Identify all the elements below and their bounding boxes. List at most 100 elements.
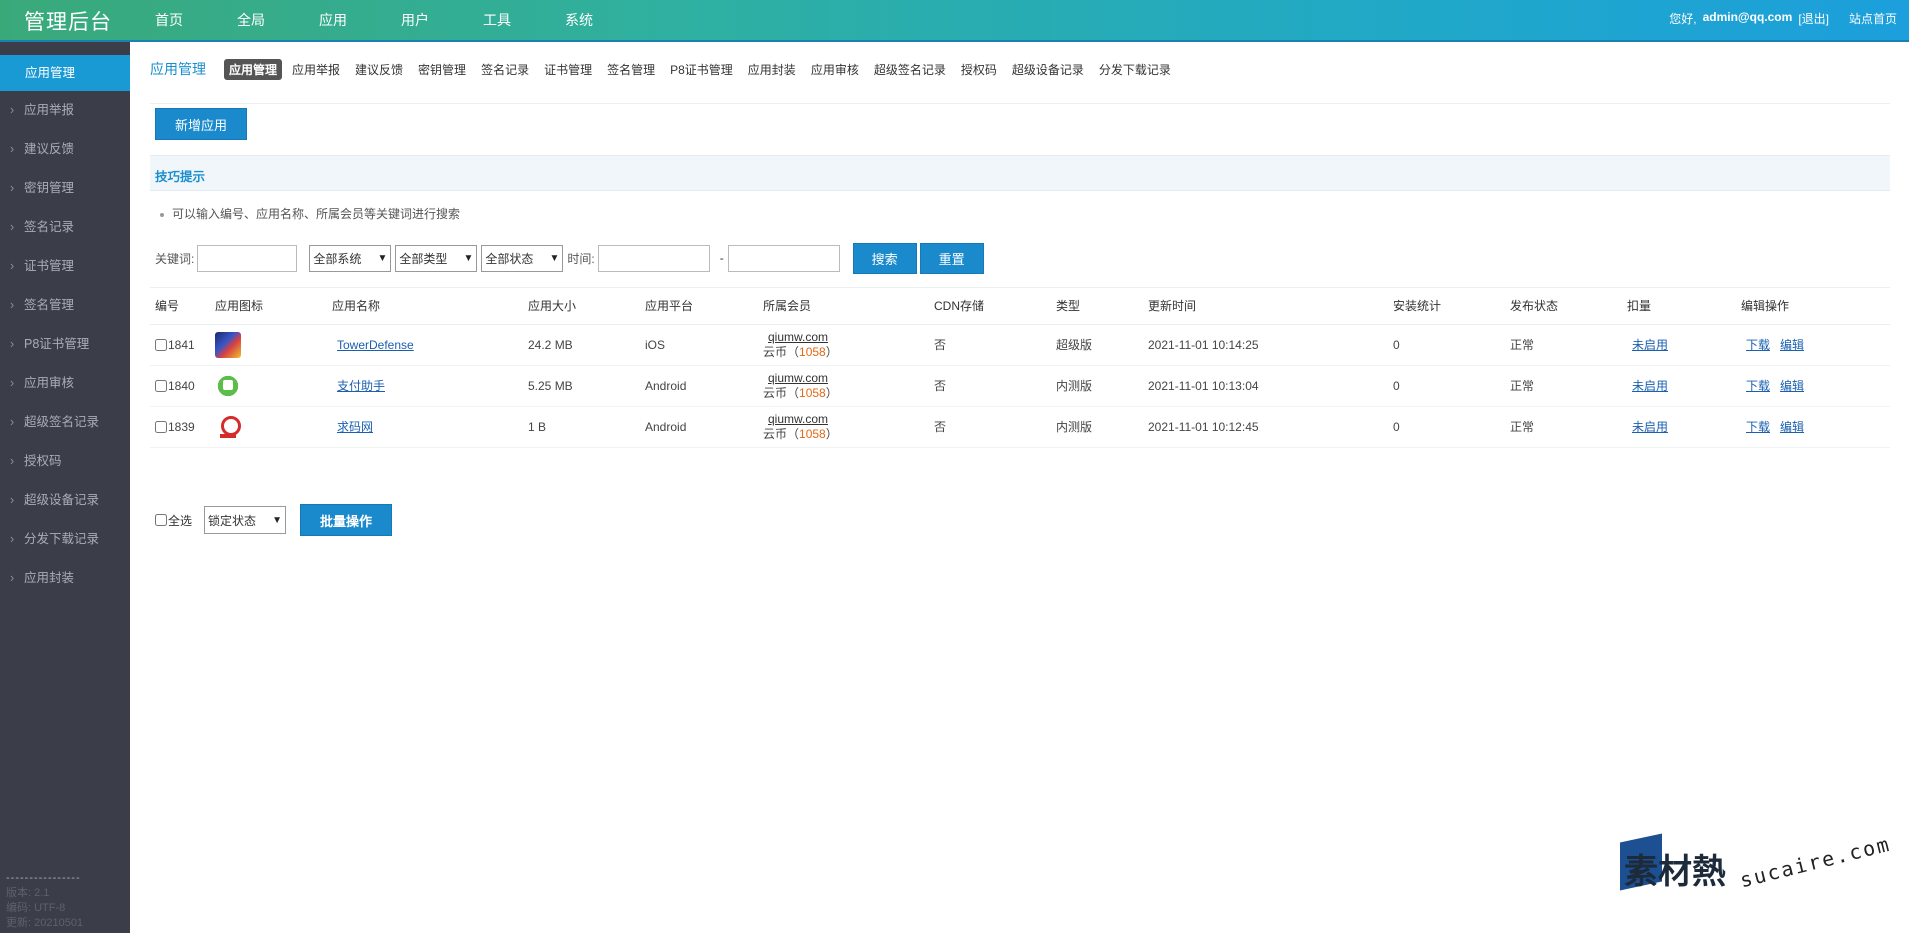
coin-label: 云币（	[763, 344, 800, 359]
sidebar-item-feedback[interactable]: › 建议反馈	[0, 130, 130, 169]
tab-app-reports[interactable]: 应用举报	[292, 61, 340, 78]
sidebar-item-label: 密钥管理	[24, 181, 75, 195]
tab-auth-codes[interactable]: 授权码	[961, 61, 997, 78]
type-select[interactable]: 全部类型 ▼	[395, 244, 478, 272]
edit-link[interactable]: 编辑	[1780, 338, 1804, 352]
row-checkbox[interactable]	[155, 338, 167, 351]
sidebar-item-p8-certs[interactable]: › P8证书管理	[0, 325, 130, 364]
sidebar-divider: ----------------	[6, 872, 81, 884]
keyword-input[interactable]	[197, 244, 298, 272]
app-platform: Android	[640, 365, 758, 407]
tips-title: 技巧提示	[155, 170, 206, 184]
topnav-tools[interactable]: 工具	[483, 10, 511, 30]
download-link[interactable]: 下载	[1741, 420, 1770, 434]
select-all-label: 全选	[168, 513, 193, 528]
app-type: 内测版	[1051, 365, 1143, 407]
member-link[interactable]: qiumw.com	[763, 412, 929, 427]
member-link[interactable]: qiumw.com	[763, 371, 929, 386]
chevron-right-icon: ›	[10, 103, 15, 117]
keyword-label: 关键词:	[155, 251, 195, 266]
app-platform: Android	[640, 406, 758, 448]
sidebar-item-app-reports[interactable]: › 应用举报	[0, 91, 130, 130]
app-size: 5.25 MB	[523, 365, 640, 407]
deduct-link[interactable]: 未启用	[1627, 420, 1668, 434]
tab-app-packaging[interactable]: 应用封装	[748, 61, 796, 78]
cdn-value: 否	[929, 406, 1051, 448]
tab-certificates[interactable]: 证书管理	[544, 61, 592, 78]
sidebar-item-app-review[interactable]: › 应用审核	[0, 364, 130, 403]
sidebar-item-sign-records[interactable]: › 签名记录	[0, 208, 130, 247]
sidebar-item-app-management[interactable]: 应用管理	[0, 55, 130, 91]
app-name-link[interactable]: 求码网	[332, 420, 373, 434]
deduct-link[interactable]: 未启用	[1627, 379, 1668, 393]
updated-time: 2021-11-01 10:14:25	[1143, 324, 1388, 366]
chevron-down-icon: ▼	[272, 514, 283, 526]
app-platform: iOS	[640, 324, 758, 366]
tab-p8-certs[interactable]: P8证书管理	[670, 61, 733, 78]
time-end-input[interactable]	[727, 244, 840, 272]
row-checkbox[interactable]	[155, 420, 167, 433]
tab-app-management[interactable]: 应用管理	[224, 58, 283, 80]
col-updated: 更新时间	[1143, 288, 1388, 325]
topnav-home[interactable]: 首页	[155, 10, 183, 30]
sidebar-item-label: 应用举报	[24, 103, 75, 117]
batch-operation-button[interactable]: 批量操作	[300, 504, 393, 536]
sidebar: 应用管理 › 应用举报 › 建议反馈 › 密钥管理 › 签名记录 › 证书管理 › 签名管理…	[0, 42, 130, 933]
search-button[interactable]: 搜索	[852, 242, 917, 274]
status-select[interactable]: 全部状态 ▼	[481, 244, 564, 272]
lock-status-select[interactable]: 锁定状态 ▼	[204, 506, 287, 534]
batch-actions: 全选 锁定状态 ▼ 批量操作	[155, 504, 393, 536]
tab-signatures[interactable]: 签名管理	[607, 61, 655, 78]
topnav-apps[interactable]: 应用	[319, 10, 347, 30]
col-name: 应用名称	[327, 288, 523, 325]
edit-link[interactable]: 编辑	[1780, 379, 1804, 393]
topnav-system[interactable]: 系统	[565, 10, 593, 30]
tab-keys[interactable]: 密钥管理	[418, 61, 466, 78]
logout-link[interactable]: [退出]	[1798, 10, 1829, 27]
edit-link[interactable]: 编辑	[1780, 420, 1804, 434]
chevron-right-icon: ›	[10, 298, 15, 312]
sidebar-item-auth-codes[interactable]: › 授权码	[0, 442, 130, 481]
sidebar-footer: ---------------- 版本: 2.1 编码: UTF-8 更新: 2…	[6, 871, 83, 931]
sidebar-item-super-devices[interactable]: › 超级设备记录	[0, 481, 130, 520]
select-all-checkbox[interactable]	[155, 514, 167, 526]
deduct-link[interactable]: 未启用	[1627, 338, 1668, 352]
app-type: 内测版	[1051, 406, 1143, 448]
download-link[interactable]: 下载	[1741, 338, 1770, 352]
reset-button[interactable]: 重置	[919, 242, 984, 274]
apps-table: 编号 应用图标 应用名称 应用大小 应用平台 所属会员 CDN存储 类型 更新时…	[150, 288, 1890, 448]
app-name-link[interactable]: TowerDefense	[332, 338, 414, 352]
download-link[interactable]: 下载	[1741, 379, 1770, 393]
row-checkbox[interactable]	[155, 379, 167, 392]
tab-feedback[interactable]: 建议反馈	[355, 61, 403, 78]
install-count: 0	[1388, 365, 1505, 407]
sidebar-item-label: 建议反馈	[24, 142, 75, 156]
col-status: 发布状态	[1505, 288, 1622, 325]
tip-text: 可以输入编号、应用名称、所属会员等关键词进行搜索	[172, 207, 461, 221]
topnav-users[interactable]: 用户	[401, 10, 429, 30]
time-label: 时间:	[567, 251, 595, 266]
sidebar-item-app-packaging[interactable]: › 应用封装	[0, 559, 130, 598]
sidebar-item-super-sign-records[interactable]: › 超级签名记录	[0, 403, 130, 442]
sidebar-item-label: 签名记录	[24, 220, 75, 234]
app-name-link[interactable]: 支付助手	[332, 379, 385, 393]
site-home-link[interactable]: 站点首页	[1849, 10, 1897, 27]
sidebar-item-signatures[interactable]: › 签名管理	[0, 286, 130, 325]
tab-download-records[interactable]: 分发下载记录	[1099, 61, 1171, 78]
tab-sign-records[interactable]: 签名记录	[481, 61, 529, 78]
table-row: 1839 求码网 1 B Android qiumw.com 云币（1058） 否…	[150, 406, 1890, 448]
system-select[interactable]: 全部系统 ▼	[309, 244, 392, 272]
member-link[interactable]: qiumw.com	[763, 330, 929, 345]
tab-app-review[interactable]: 应用审核	[811, 61, 859, 78]
tab-super-devices[interactable]: 超级设备记录	[1012, 61, 1084, 78]
sidebar-item-certificates[interactable]: › 证书管理	[0, 247, 130, 286]
tab-super-sign-records[interactable]: 超级签名记录	[874, 61, 946, 78]
sidebar-item-download-records[interactable]: › 分发下载记录	[0, 520, 130, 559]
app-size: 24.2 MB	[523, 324, 640, 366]
sidebar-item-label: 签名管理	[24, 298, 75, 312]
sidebar-item-keys[interactable]: › 密钥管理	[0, 169, 130, 208]
time-start-input[interactable]	[597, 244, 710, 272]
topnav-global[interactable]: 全局	[237, 10, 265, 30]
add-app-button[interactable]: 新增应用	[155, 108, 247, 140]
bullet-icon	[160, 212, 164, 217]
